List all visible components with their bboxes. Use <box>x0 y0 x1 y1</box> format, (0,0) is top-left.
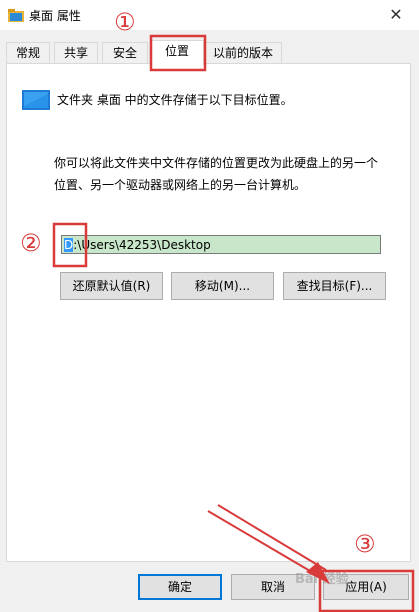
tab-strip: 常规 共享 安全 位置 以前的版本 <box>6 40 416 65</box>
description-line-1: 你可以将此文件夹中文件存储的位置更改为此硬盘上的另一个 <box>54 156 379 170</box>
location-panel: 文件夹 桌面 中的文件存储于以下目标位置。 你可以将此文件夹中文件存储的位置更改… <box>6 63 411 562</box>
description-line-2: 位置、另一个驱动器或网络上的另一台计算机。 <box>54 178 307 192</box>
tab-sharing[interactable]: 共享 <box>54 42 98 63</box>
location-description: 你可以将此文件夹中文件存储的位置更改为此硬盘上的另一个 位置、另一个驱动器或网络… <box>54 152 399 196</box>
watermark: Bai 经验 <box>295 572 349 587</box>
location-header: 文件夹 桌面 中的文件存储于以下目标位置。 <box>57 93 293 107</box>
tab-previous-versions[interactable]: 以前的版本 <box>204 42 282 63</box>
step-3-marker: ③ <box>354 530 376 558</box>
window-title: 桌面 属性 <box>29 9 81 23</box>
path-input[interactable]: D:\Users\42253\Desktop <box>61 235 381 254</box>
tab-general[interactable]: 常规 <box>6 42 50 63</box>
tab-location[interactable]: 位置 <box>150 40 204 65</box>
ok-button[interactable]: 确定 <box>138 574 222 600</box>
step-2-marker: ② <box>20 229 42 257</box>
title-bar: 桌面 属性 ✕ <box>0 0 419 30</box>
tab-security[interactable]: 安全 <box>102 42 148 63</box>
folder-icon <box>8 9 24 22</box>
close-button[interactable]: ✕ <box>383 2 409 28</box>
path-text: :\Users\42253\Desktop <box>73 238 211 252</box>
path-selected-text: D <box>64 238 74 252</box>
step-1-marker: ① <box>114 8 136 36</box>
desktop-icon <box>22 90 50 110</box>
find-target-button[interactable]: 查找目标(F)... <box>283 272 386 300</box>
move-button[interactable]: 移动(M)... <box>171 272 274 300</box>
restore-default-button[interactable]: 还原默认值(R) <box>60 272 163 300</box>
